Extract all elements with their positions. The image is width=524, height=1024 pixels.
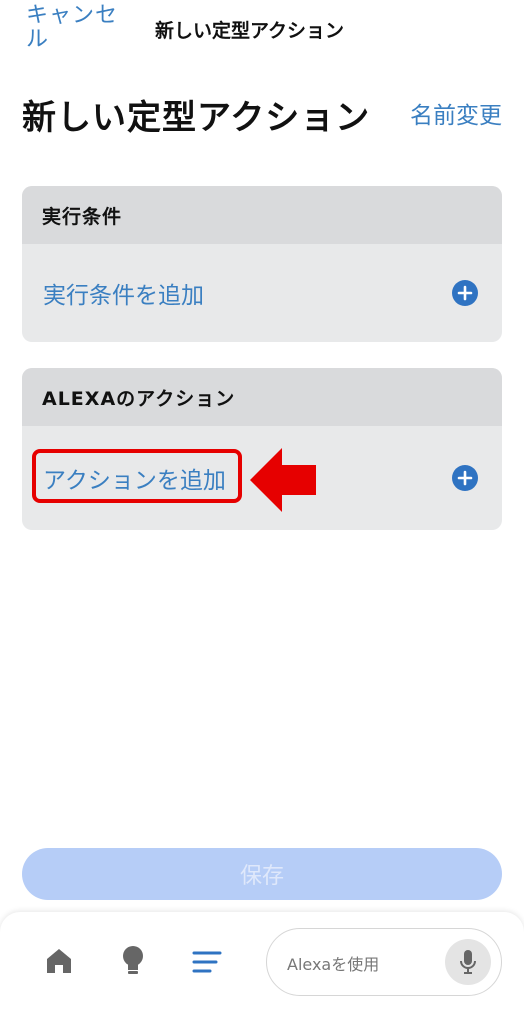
lightbulb-icon[interactable] bbox=[118, 944, 148, 982]
bottom-nav: Alexaを使用 bbox=[0, 912, 524, 1024]
menu-lines-icon[interactable] bbox=[192, 950, 222, 978]
save-button[interactable]: 保存 bbox=[22, 848, 502, 900]
cancel-button[interactable]: キャンセル bbox=[26, 4, 136, 52]
red-arrow-icon bbox=[250, 448, 316, 512]
top-bar: キャンセル 新しい定型アクション bbox=[0, 0, 524, 64]
action-section-header: ALEXAのアクション bbox=[22, 368, 502, 426]
add-trigger-plus-icon[interactable] bbox=[452, 280, 478, 306]
add-trigger-link[interactable]: 実行条件を追加 bbox=[43, 276, 204, 310]
alexa-placeholder: Alexaを使用 bbox=[287, 955, 380, 974]
page-title: 新しい定型アクション bbox=[22, 98, 371, 138]
trigger-card: 実行条件 実行条件を追加 bbox=[22, 186, 502, 342]
add-action-plus-icon[interactable] bbox=[452, 465, 478, 491]
home-icon[interactable] bbox=[44, 946, 74, 980]
add-action-link[interactable]: アクションを追加 bbox=[43, 461, 226, 495]
alexa-input[interactable]: Alexaを使用 bbox=[266, 928, 502, 996]
top-bar-title: 新しい定型アクション bbox=[155, 20, 345, 42]
add-trigger-row[interactable]: 実行条件を追加 bbox=[22, 244, 502, 342]
rename-button[interactable]: 名前変更 bbox=[410, 96, 502, 130]
microphone-icon[interactable] bbox=[445, 939, 491, 985]
trigger-section-header: 実行条件 bbox=[22, 186, 502, 244]
